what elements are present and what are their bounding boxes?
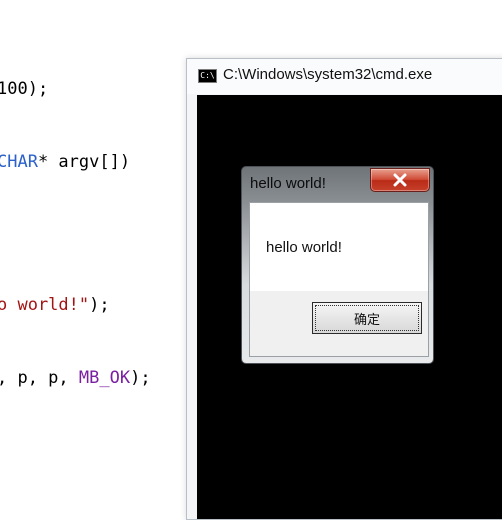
- message-box-body: hello world!: [249, 202, 429, 292]
- code-text: * argv[]): [37, 152, 131, 172]
- code-text: , p, p,: [0, 368, 79, 388]
- code-line-2: CHAR* argv[]): [0, 152, 130, 172]
- code-text: );: [89, 295, 110, 315]
- message-box-dialog: hello world! hello world! 确定: [241, 166, 434, 364]
- code-type-token: CHAR: [0, 152, 38, 172]
- close-icon: [393, 173, 407, 187]
- close-button[interactable]: [370, 168, 430, 192]
- code-string-token: o world!": [0, 295, 90, 315]
- code-macro-token: MB_OK: [78, 368, 131, 388]
- cmd-app-icon: C:\: [198, 69, 217, 83]
- cmd-window-title: C:\Windows\system32\cmd.exe: [223, 66, 433, 83]
- cmd-titlebar[interactable]: C:\ C:\Windows\system32\cmd.exe: [187, 59, 502, 94]
- code-line-4: , p, p, MB_OK);: [0, 368, 151, 388]
- message-text: hello world!: [266, 239, 342, 256]
- ok-button[interactable]: 确定: [312, 302, 422, 334]
- message-box-footer: 确定: [249, 291, 429, 357]
- code-line-3: o world!");: [0, 295, 110, 315]
- code-editor: 100); CHAR* argv[]) o world!"); , p, p, …: [0, 0, 190, 501]
- message-box-title: hello world!: [250, 175, 326, 192]
- code-text: );: [130, 368, 151, 388]
- code-line-1: 100);: [0, 79, 48, 99]
- code-text: 100);: [0, 79, 49, 99]
